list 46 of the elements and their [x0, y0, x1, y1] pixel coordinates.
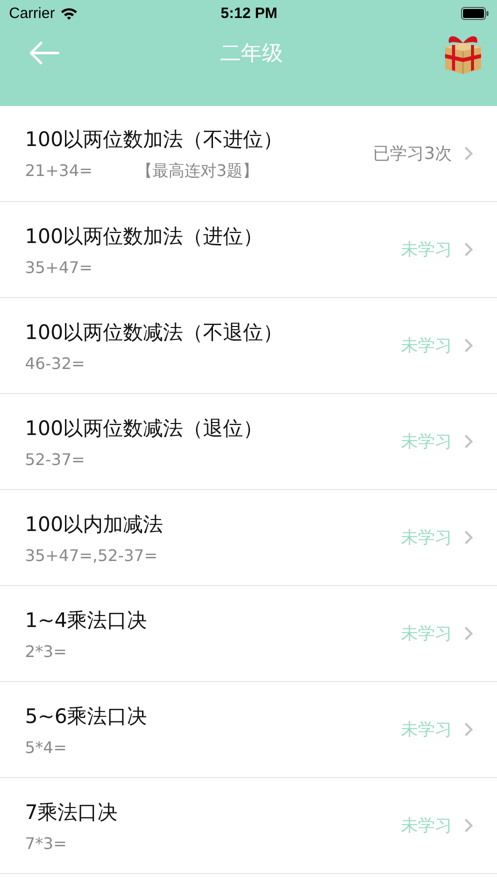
lesson-row[interactable]: 7乘法口决 7*3= 未学习	[0, 778, 497, 874]
study-status: 未学习	[401, 815, 452, 837]
study-status: 未学习	[401, 527, 452, 549]
lesson-row[interactable]: 100以两位数加法（进位） 35+47= 未学习	[0, 202, 497, 298]
example-text: 35+47=	[25, 258, 93, 276]
study-status: 未学习	[401, 335, 452, 357]
lesson-row[interactable]: 100以两位数加法（不进位） 21+34= 【最高连对3题】 已学习3次	[0, 106, 497, 202]
chevron-icon	[464, 434, 473, 449]
lesson-title: 100以两位数加法（不进位）	[25, 126, 284, 152]
chevron-icon	[464, 530, 473, 545]
lesson-row[interactable]: 5~6乘法口决 5*4= 未学习	[0, 682, 497, 778]
wifi-icon	[60, 6, 78, 20]
study-status: 已学习3次	[373, 143, 452, 165]
chevron-icon	[464, 818, 473, 833]
example-text: 21+34=	[25, 160, 93, 182]
chevron-icon	[464, 146, 473, 161]
lesson-row[interactable]: 100以两位数减法（不退位） 46-32= 未学习	[0, 298, 497, 394]
example-text: 7*3=	[25, 834, 67, 852]
chevron-icon	[464, 338, 473, 353]
example-text: 2*3=	[25, 642, 67, 660]
lesson-title: 100以两位数减法（不退位）	[25, 318, 284, 346]
carrier-label: Carrier	[9, 4, 55, 22]
chevron-icon	[464, 242, 473, 257]
example-text: 5*4=	[25, 738, 67, 756]
example-text: 52-37=	[25, 450, 85, 468]
lesson-title: 100以内加减法	[25, 510, 164, 538]
lesson-row[interactable]: 100以两位数减法（退位） 52-37= 未学习	[0, 394, 497, 490]
study-status: 未学习	[401, 719, 452, 741]
clock-time: 5:12 PM	[220, 4, 278, 22]
study-status: 未学习	[401, 623, 452, 645]
lesson-title: 1~4乘法口决	[25, 606, 148, 634]
battery-icon	[460, 6, 489, 20]
best-streak-text: 【最高连对3题】	[136, 160, 259, 182]
chevron-icon	[464, 722, 473, 737]
example-text: 35+47=,52-37=	[25, 546, 158, 564]
lesson-row[interactable]: 100以内加减法 35+47=,52-37= 未学习	[0, 490, 497, 586]
study-status: 未学习	[401, 431, 452, 453]
page-title: 二年级	[220, 40, 283, 67]
study-status: 未学习	[401, 239, 452, 261]
lesson-title: 100以两位数加法（进位）	[25, 222, 264, 250]
lesson-title: 5~6乘法口决	[25, 702, 148, 730]
example-text: 46-32=	[25, 354, 85, 372]
lesson-row[interactable]: 1~4乘法口决 2*3= 未学习	[0, 586, 497, 682]
lesson-title: 100以两位数减法（退位）	[25, 414, 264, 442]
chevron-icon	[464, 626, 473, 641]
lesson-title: 7乘法口决	[25, 798, 119, 826]
